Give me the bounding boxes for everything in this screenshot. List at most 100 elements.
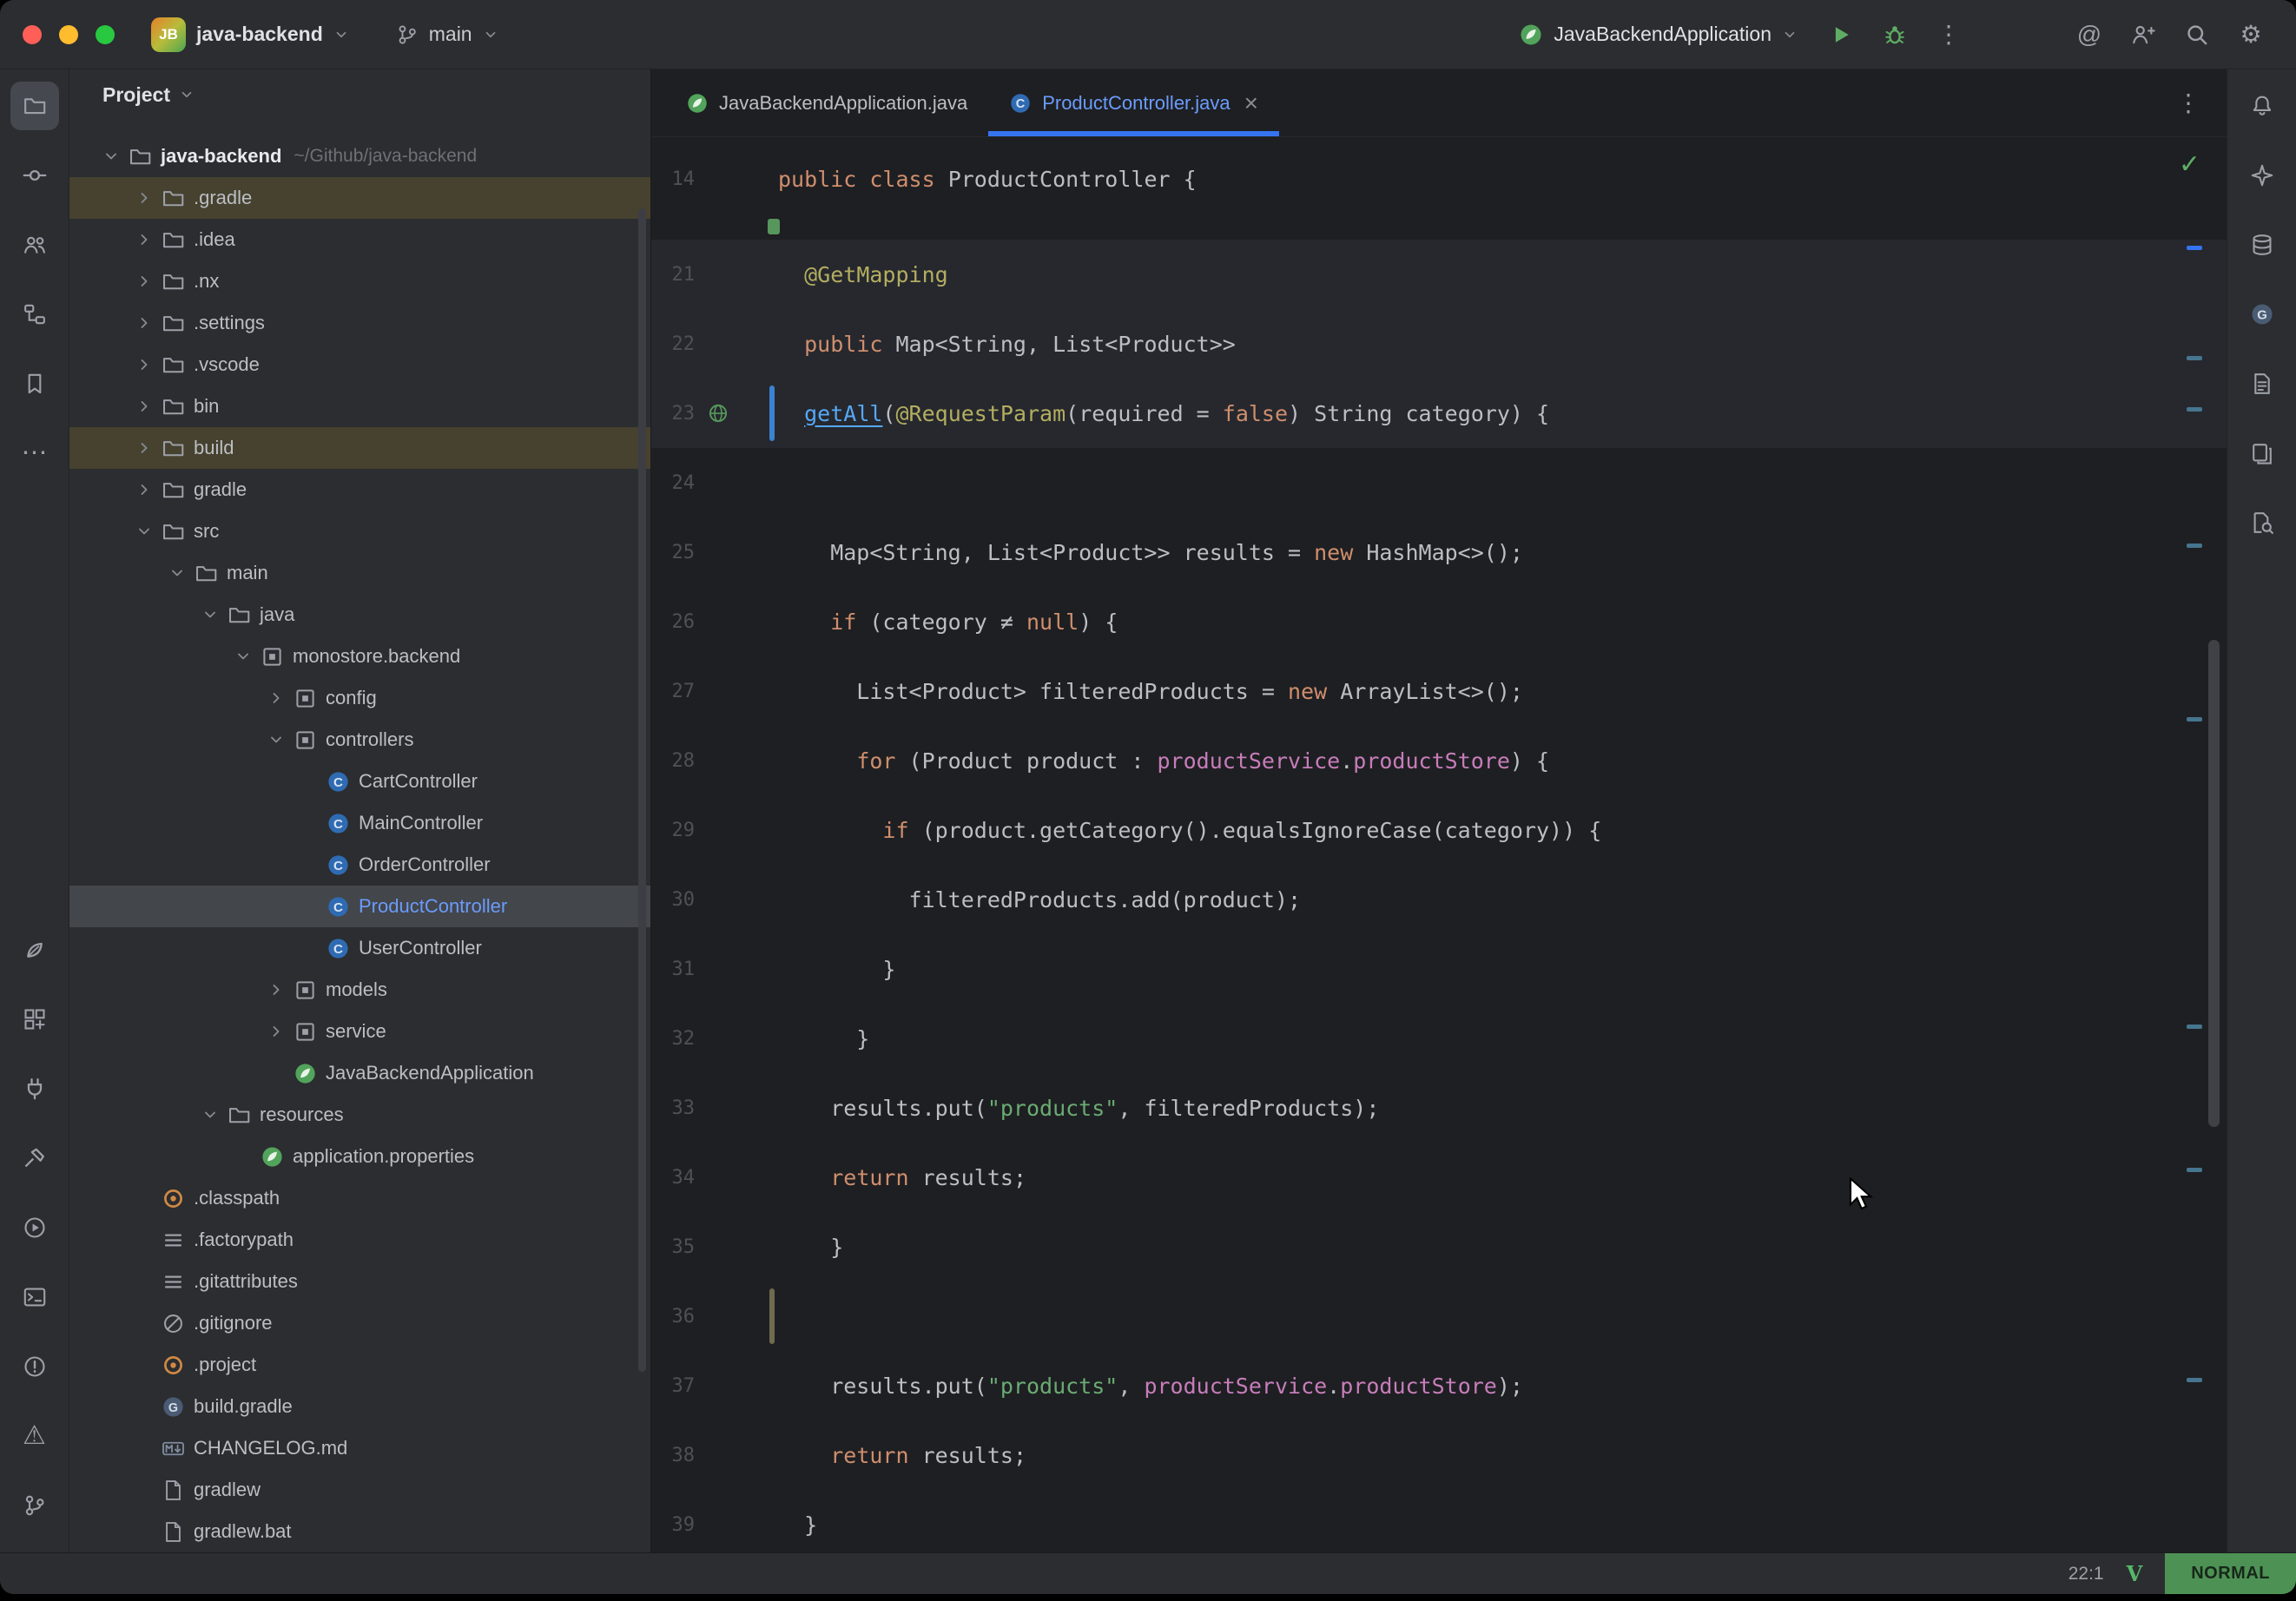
tree-item-OrderController[interactable]: COrderController [69, 844, 650, 886]
chevron-down-icon[interactable] [168, 563, 195, 583]
line-number[interactable]: 37 [651, 1375, 695, 1397]
tree-item-.vscode[interactable]: .vscode [69, 344, 650, 385]
chevron-right-icon[interactable] [135, 230, 162, 249]
tree-scrollbar[interactable] [638, 208, 646, 1372]
line-number[interactable]: 38 [651, 1445, 695, 1466]
code-line-39[interactable]: 39 } [651, 1490, 2227, 1552]
toolwindow-button-bookmarks[interactable] [10, 359, 59, 408]
ai-assistant-button[interactable]: @ [2067, 12, 2112, 57]
code-line-14[interactable]: 14public class ProductController { [651, 144, 2227, 214]
tree-item-monostore.backend[interactable]: monostore.backend [69, 636, 650, 677]
code-line-23[interactable]: 23 getAll(@RequestParam(required = false… [651, 379, 2227, 448]
tree-item-src[interactable]: src [69, 511, 650, 552]
code-text[interactable]: return results; [775, 1165, 2227, 1190]
run-button[interactable] [1818, 12, 1864, 57]
code-line-36[interactable]: 36 [651, 1281, 2227, 1351]
tree-item-.idea[interactable]: .idea [69, 219, 650, 260]
toolwindow-button-find[interactable] [2238, 498, 2286, 547]
code-line-26[interactable]: 26 if (category ≠ null) { [651, 587, 2227, 656]
line-number[interactable]: 36 [651, 1306, 695, 1328]
tree-item-JavaBackendApplication[interactable]: JavaBackendApplication [69, 1052, 650, 1094]
tree-item-gradlew.bat[interactable]: gradlew.bat [69, 1511, 650, 1552]
code-line-25[interactable]: 25 Map<String, List<Product>> results = … [651, 517, 2227, 587]
code-text[interactable]: public class ProductController { [775, 167, 2227, 192]
run-configuration-widget[interactable]: JavaBackendApplication [1507, 14, 1810, 56]
tree-item-service[interactable]: service [69, 1011, 650, 1052]
tree-item-application.properties[interactable]: application.properties [69, 1136, 650, 1177]
tab-options-button[interactable]: ⋮ [2166, 81, 2211, 126]
code-text[interactable]: Map<String, List<Product>> results = new… [775, 540, 2227, 565]
chevron-right-icon[interactable] [135, 397, 162, 416]
tree-item-MainController[interactable]: CMainController [69, 802, 650, 844]
branch-widget[interactable]: main [384, 14, 511, 55]
code-line-24[interactable]: 24 [651, 448, 2227, 517]
code-line-38[interactable]: 38 return results; [651, 1420, 2227, 1490]
toolwindow-button-endpoints[interactable] [10, 1064, 59, 1113]
chevron-right-icon[interactable] [135, 480, 162, 499]
folded-region[interactable] [651, 214, 2227, 240]
line-number[interactable]: 24 [651, 472, 695, 494]
chevron-right-icon[interactable] [267, 688, 294, 708]
tree-item-.nx[interactable]: .nx [69, 260, 650, 302]
line-number[interactable]: 23 [651, 403, 695, 425]
vim-mode-badge[interactable]: NORMAL [2165, 1553, 2296, 1594]
toolwindow-button-notifications[interactable]: ⚠ [10, 1412, 59, 1460]
code-text[interactable]: return results; [775, 1443, 2227, 1468]
chevron-down-icon[interactable] [201, 605, 228, 624]
search-everywhere-button[interactable] [2174, 12, 2220, 57]
tree-item-build[interactable]: build [69, 427, 650, 469]
code-line-31[interactable]: 31 } [651, 934, 2227, 1004]
code-text[interactable]: @GetMapping [775, 262, 2227, 287]
line-number[interactable]: 31 [651, 959, 695, 980]
tree-item-gradlew[interactable]: gradlew [69, 1469, 650, 1511]
tree-item-build.gradle[interactable]: Gbuild.gradle [69, 1386, 650, 1427]
code-line-28[interactable]: 28 for (Product product : productService… [651, 726, 2227, 795]
tree-item-resources[interactable]: resources [69, 1094, 650, 1136]
chevron-down-icon[interactable] [102, 147, 129, 166]
chevron-down-icon[interactable] [267, 730, 294, 749]
line-number[interactable]: 22 [651, 333, 695, 355]
tree-item-CartController[interactable]: CCartController [69, 761, 650, 802]
code-text[interactable]: public Map<String, List<Product>> [775, 332, 2227, 357]
code-text[interactable]: filteredProducts.add(product); [775, 887, 2227, 913]
project-panel-header[interactable]: Project [69, 69, 650, 120]
project-widget[interactable]: JB java-backend [139, 9, 361, 61]
tree-item-main[interactable]: main [69, 552, 650, 594]
chevron-right-icon[interactable] [135, 188, 162, 208]
endpoint-globe-icon[interactable] [695, 379, 769, 448]
line-number[interactable]: 34 [651, 1167, 695, 1189]
tree-item-.gitattributes[interactable]: .gitattributes [69, 1261, 650, 1302]
code-line-30[interactable]: 30 filteredProducts.add(product); [651, 865, 2227, 934]
toolwindow-button-notifications[interactable] [2238, 82, 2286, 130]
code-text[interactable]: } [775, 1235, 2227, 1260]
chevron-down-icon[interactable] [135, 522, 162, 541]
tree-item-models[interactable]: models [69, 969, 650, 1011]
toolwindow-button-database[interactable] [2238, 221, 2286, 269]
toolwindow-button-dependencies[interactable] [2238, 429, 2286, 478]
toolwindow-button-build[interactable] [10, 1134, 59, 1183]
toolwindow-button-services[interactable] [10, 995, 59, 1044]
code-line-34[interactable]: 34 return results; [651, 1143, 2227, 1212]
chevron-right-icon[interactable] [135, 438, 162, 458]
line-number[interactable]: 29 [651, 820, 695, 841]
toolwindow-button-pull-requests[interactable] [10, 221, 59, 269]
editor-tab-JavaBackendApplication.java[interactable]: JavaBackendApplication.java [665, 69, 988, 136]
toolwindow-button-spring[interactable] [10, 926, 59, 974]
line-number[interactable]: 26 [651, 611, 695, 633]
chevron-right-icon[interactable] [267, 1022, 294, 1041]
toolwindow-button-ai-assistant[interactable] [2238, 151, 2286, 200]
close-tab-button[interactable]: × [1244, 89, 1258, 117]
line-number[interactable]: 28 [651, 750, 695, 772]
code-with-me-button[interactable] [2121, 12, 2166, 57]
editor-scrollbar[interactable] [2208, 640, 2220, 1127]
toolwindow-button-version-control[interactable] [10, 1481, 59, 1530]
code-text[interactable]: List<Product> filteredProducts = new Arr… [775, 679, 2227, 704]
line-number[interactable]: 39 [651, 1514, 695, 1536]
toolwindow-button-problems[interactable] [10, 1342, 59, 1391]
tree-item-bin[interactable]: bin [69, 385, 650, 427]
tree-item-.project[interactable]: .project [69, 1344, 650, 1386]
code-line-21[interactable]: 21 @GetMapping [651, 240, 2227, 309]
tree-item-ProductController[interactable]: CProductController [69, 886, 650, 927]
tree-item-CHANGELOG.md[interactable]: CHANGELOG.md [69, 1427, 650, 1469]
code-line-37[interactable]: 37 results.put("products", productServic… [651, 1351, 2227, 1420]
